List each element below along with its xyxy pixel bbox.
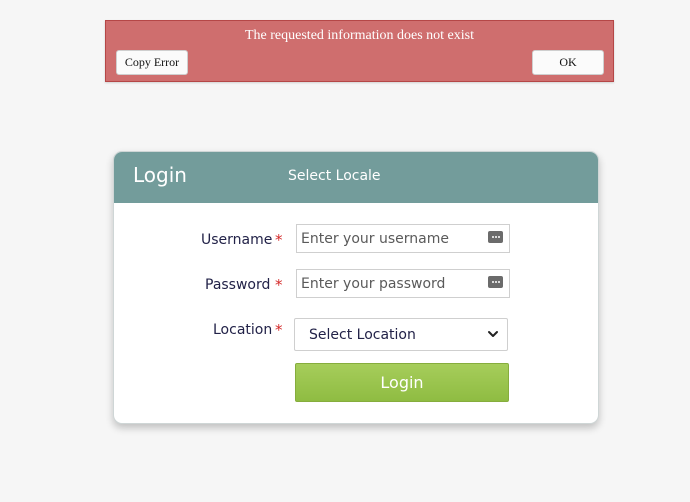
username-label: Username [201,232,273,248]
location-required-mark: * [275,321,283,339]
password-key-icon[interactable] [488,231,503,243]
password-input[interactable] [296,269,510,298]
location-label: Location [213,322,273,338]
login-submit-button[interactable]: Login [295,363,509,402]
username-required-mark: * [275,231,283,249]
password-key-icon[interactable] [488,276,503,288]
ok-button[interactable]: OK [532,50,604,75]
copy-error-button[interactable]: Copy Error [116,50,188,75]
chevron-down-icon [488,331,498,337]
error-message: The requested information does not exist [245,28,474,43]
location-select[interactable]: Select Location [294,318,508,351]
select-locale-link[interactable]: Select Locale [288,168,381,184]
error-dialog: The requested information does not exist… [105,20,614,82]
password-label: Password [205,277,271,293]
login-header: Login Select Locale [114,152,598,203]
login-card: Login Select Locale Username * Password … [113,151,599,424]
location-select-value: Select Location [309,326,416,343]
password-required-mark: * [275,276,283,294]
login-title: Login [133,163,187,187]
username-input[interactable] [296,224,510,253]
